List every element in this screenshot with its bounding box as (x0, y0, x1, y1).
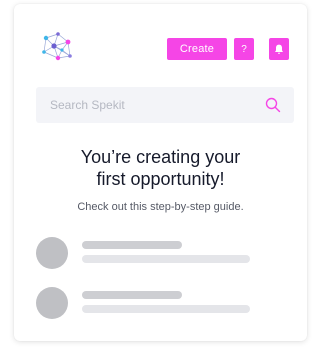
list-item-placeholder (36, 287, 276, 319)
list-item-placeholder (36, 237, 276, 269)
create-button[interactable]: Create (167, 38, 227, 60)
help-button[interactable]: ? (234, 38, 254, 60)
bell-icon (275, 44, 283, 54)
skeleton-line (82, 291, 182, 299)
page-title: You’re creating your first opportunity! (14, 146, 307, 190)
skeleton-line (82, 305, 250, 313)
skeleton-line (82, 255, 250, 263)
skeleton-line (82, 241, 182, 249)
spekit-logo-icon[interactable] (40, 30, 74, 64)
search-input[interactable] (36, 87, 260, 123)
avatar-placeholder (36, 237, 68, 269)
search-icon[interactable] (264, 96, 282, 114)
guide-subtitle: Check out this step-by-step guide. (77, 201, 244, 213)
notifications-button[interactable] (269, 38, 289, 60)
title-line-2: first opportunity! (96, 169, 225, 189)
title-line-1: You’re creating your (80, 147, 241, 167)
avatar-placeholder (36, 287, 68, 319)
search-bar (36, 87, 294, 123)
spekit-widget-panel: Create ? You’re creating your first oppo… (14, 4, 307, 341)
